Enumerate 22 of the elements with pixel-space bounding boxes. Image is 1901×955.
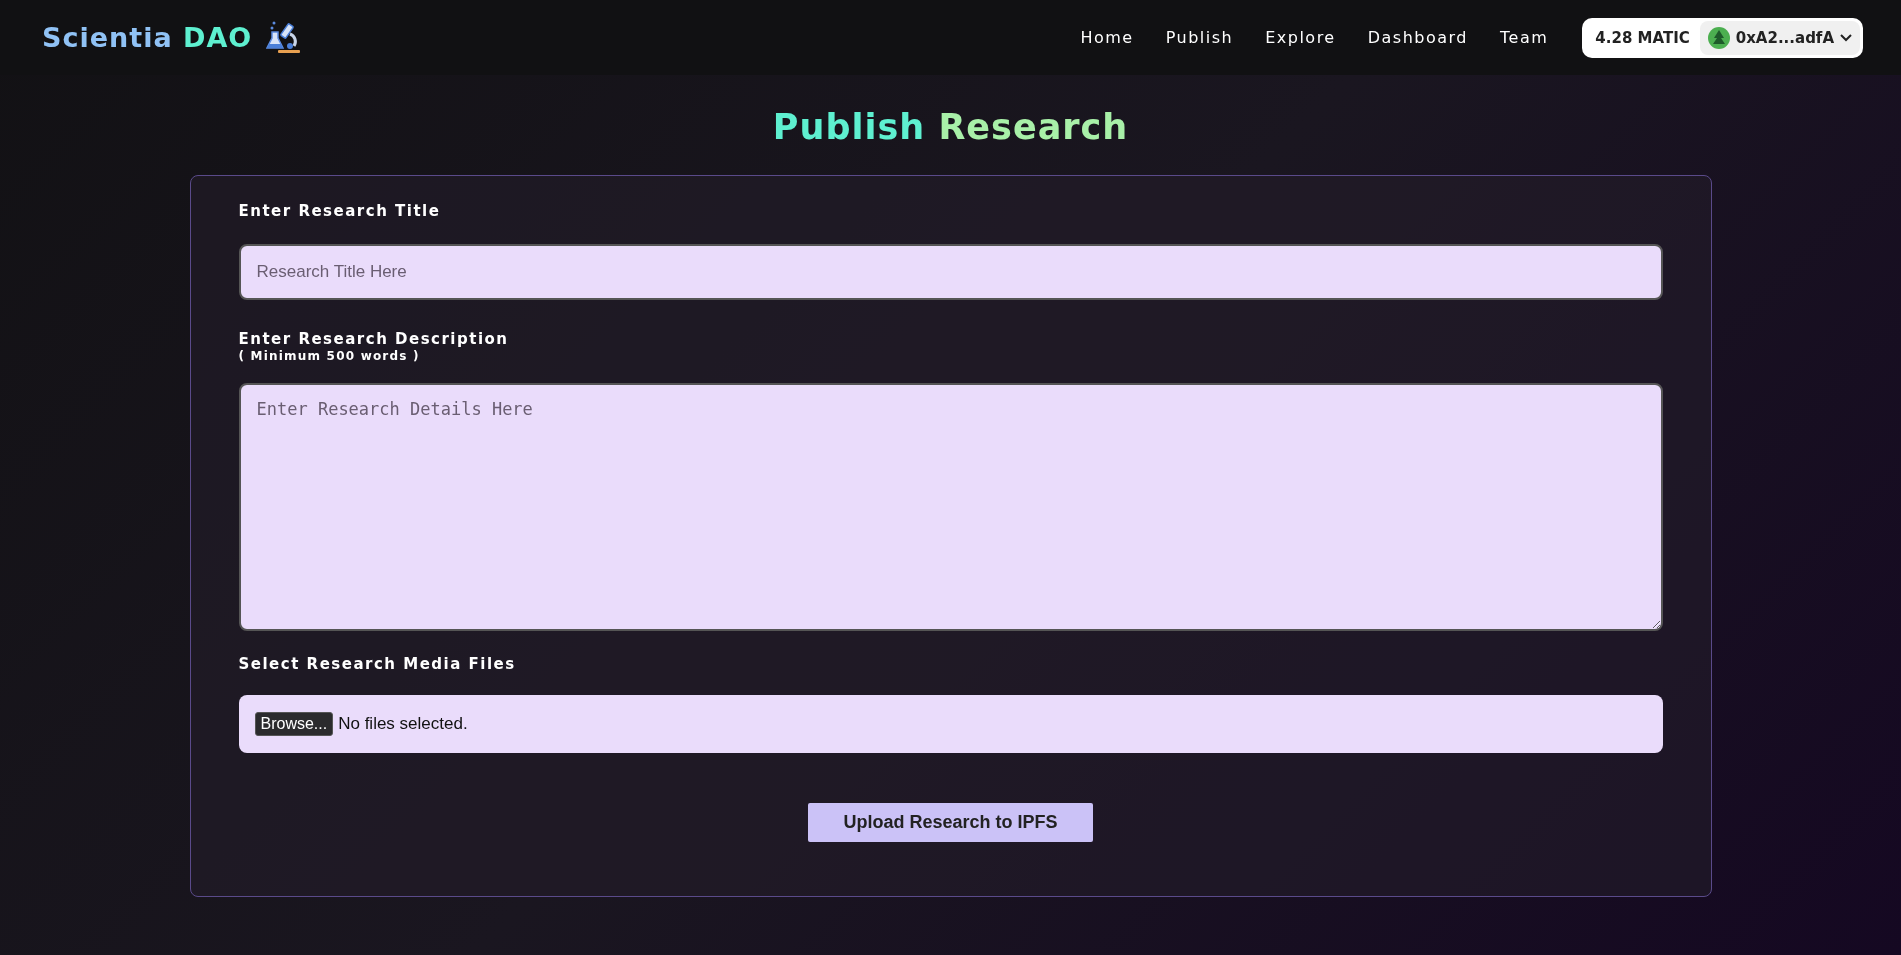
title-input[interactable]: Research Title Here (238, 244, 1663, 300)
file-status: No files selected. (338, 714, 468, 734)
chevron-down-icon (1840, 33, 1852, 42)
file-input[interactable]: Browse... No files selected. (238, 695, 1663, 753)
field-label: Enter Research Description (238, 330, 510, 348)
tree-avatar-icon (1707, 26, 1730, 49)
nav-link[interactable]: Team (1500, 28, 1549, 47)
nav-link[interactable]: Publish (1165, 28, 1234, 47)
description-textarea[interactable]: Enter Research Details Here (238, 383, 1663, 631)
nav-link[interactable]: Home (1080, 28, 1134, 47)
field-label: Select Research Media Files (238, 655, 517, 673)
nav-link[interactable]: Explore (1265, 28, 1336, 47)
wallet-balance: 4.28 MATIC (1594, 28, 1691, 47)
account-button[interactable]: 0xA2...adfA (1699, 20, 1860, 55)
microscope-icon (266, 19, 303, 56)
browse-button[interactable]: Browse... (254, 712, 334, 736)
nav-link[interactable]: Dashboard (1367, 28, 1468, 47)
brand-logo[interactable]: Scientia DAO (42, 22, 253, 53)
field-note: ( Minimum 500 words ) (238, 349, 421, 363)
upload-button[interactable]: Upload Research to IPFS (808, 803, 1093, 842)
field-label: Enter Research Title (238, 202, 442, 220)
page-title: Publish Research (772, 107, 1129, 147)
